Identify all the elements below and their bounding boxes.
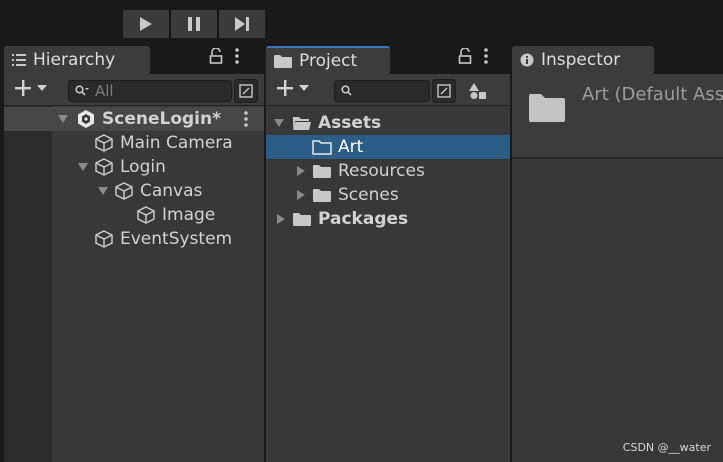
folder-icon (312, 187, 332, 203)
hierarchy-tabbar: Hierarchy (4, 44, 264, 74)
tree-item-packages[interactable]: Packages (266, 207, 510, 231)
folder-icon (312, 163, 332, 179)
pause-button[interactable] (171, 10, 217, 38)
search-by-type-button[interactable] (432, 79, 456, 103)
inspector-tabbar: Inspector (512, 44, 723, 74)
info-icon (520, 53, 534, 67)
inspector-body (512, 159, 723, 462)
tab-hierarchy[interactable]: Hierarchy (4, 46, 150, 74)
lock-icon[interactable] (209, 48, 223, 64)
step-button[interactable] (219, 10, 265, 38)
step-icon (235, 17, 249, 31)
project-panel: Project Assets Art Resources Scenes Pack… (266, 44, 510, 462)
tree-item-art[interactable]: Art (266, 135, 510, 159)
project-tab-actions (458, 48, 488, 64)
folder-open-icon (292, 115, 312, 131)
tree-item-label: Canvas (140, 181, 203, 201)
tab-project-label: Project (299, 51, 358, 71)
scene-name: SceneLogin* (102, 109, 221, 129)
tab-hierarchy-label: Hierarchy (33, 50, 116, 70)
watermark: CSDN @__water (622, 441, 711, 454)
lock-icon[interactable] (458, 48, 472, 64)
tree-item-resources[interactable]: Resources (266, 159, 510, 183)
tree-item-label: Image (162, 205, 216, 225)
hierarchy-panel: Hierarchy All SceneLogin* Main Camera Lo… (4, 44, 264, 462)
folder-icon (292, 211, 312, 227)
search-icon (341, 85, 352, 96)
plus-icon (15, 80, 31, 96)
expanded-arrow-icon[interactable] (56, 115, 70, 123)
play-icon (140, 17, 152, 31)
search-icon (75, 85, 89, 96)
filter-by-label-button[interactable] (466, 79, 490, 103)
tree-item-canvas[interactable]: Canvas (4, 179, 264, 203)
tree-item-label: Art (338, 137, 364, 157)
tree-item-main-camera[interactable]: Main Camera (4, 131, 264, 155)
tree-item-scenes[interactable]: Scenes (266, 183, 510, 207)
hierarchy-tree: SceneLogin* Main Camera Login Canvas Ima… (4, 106, 264, 462)
expanded-arrow-icon[interactable] (272, 119, 286, 127)
tree-item-image[interactable]: Image (4, 203, 264, 227)
tree-item-label: EventSystem (120, 229, 233, 249)
gameobject-icon (94, 157, 114, 177)
tab-inspector-label: Inspector (541, 50, 621, 70)
collapsed-arrow-icon[interactable] (274, 214, 288, 224)
kebab-menu-icon[interactable] (244, 111, 248, 127)
unity-scene-icon (76, 109, 96, 129)
hierarchy-search-input[interactable]: All (68, 80, 232, 102)
project-search-input[interactable] (334, 80, 430, 102)
collapsed-arrow-icon[interactable] (294, 190, 308, 200)
tree-item-assets[interactable]: Assets (266, 111, 510, 135)
tree-item-label: Main Camera (120, 133, 233, 153)
window-icon (437, 84, 451, 98)
shapes-icon (469, 83, 486, 99)
gameobject-icon (94, 133, 114, 153)
expanded-arrow-icon[interactable] (76, 163, 90, 171)
inspector-header: Art (Default Asset) (512, 74, 723, 158)
playmode-controls (123, 10, 265, 38)
expanded-arrow-icon[interactable] (96, 187, 110, 195)
tree-item-login[interactable]: Login (4, 155, 264, 179)
top-toolbar (0, 0, 723, 44)
hierarchy-toolbar: All (4, 74, 264, 106)
tree-item-label: Resources (338, 161, 425, 181)
add-gameobject-button[interactable] (14, 79, 47, 97)
create-asset-button[interactable] (276, 79, 309, 97)
collapsed-arrow-icon[interactable] (294, 166, 308, 176)
plus-icon (277, 80, 293, 96)
pause-icon (188, 17, 200, 31)
folder-outline-icon (312, 139, 332, 155)
tree-item-label: Packages (318, 209, 409, 229)
gameobject-icon (94, 229, 114, 249)
tab-project[interactable]: Project (266, 46, 390, 74)
tree-item-eventsystem[interactable]: EventSystem (4, 227, 264, 251)
tree-item-label: Scenes (338, 185, 399, 205)
list-icon (12, 54, 26, 66)
search-placeholder: All (95, 82, 114, 100)
inspector-panel: Inspector Art (Default Asset) (512, 44, 723, 462)
chevron-down-icon (37, 85, 47, 91)
project-toolbar (266, 74, 510, 106)
gameobject-icon (114, 181, 134, 201)
project-tree: Assets Art Resources Scenes Packages (266, 106, 510, 462)
window-icon (239, 84, 253, 98)
kebab-menu-icon[interactable] (235, 48, 239, 64)
project-tabbar: Project (266, 44, 510, 74)
hierarchy-tab-actions (209, 48, 239, 64)
inspector-title: Art (Default Asset) (582, 84, 723, 105)
scene-visibility-button[interactable] (234, 79, 258, 103)
tree-item-label: Assets (318, 113, 382, 133)
play-button[interactable] (123, 10, 169, 38)
folder-icon (529, 94, 565, 122)
chevron-down-icon (299, 85, 309, 91)
tab-inspector[interactable]: Inspector (512, 46, 654, 74)
kebab-menu-icon[interactable] (484, 48, 488, 64)
gameobject-icon (136, 205, 156, 225)
scene-row[interactable]: SceneLogin* (4, 107, 264, 131)
folder-icon (274, 55, 292, 68)
tree-item-label: Login (120, 157, 166, 177)
